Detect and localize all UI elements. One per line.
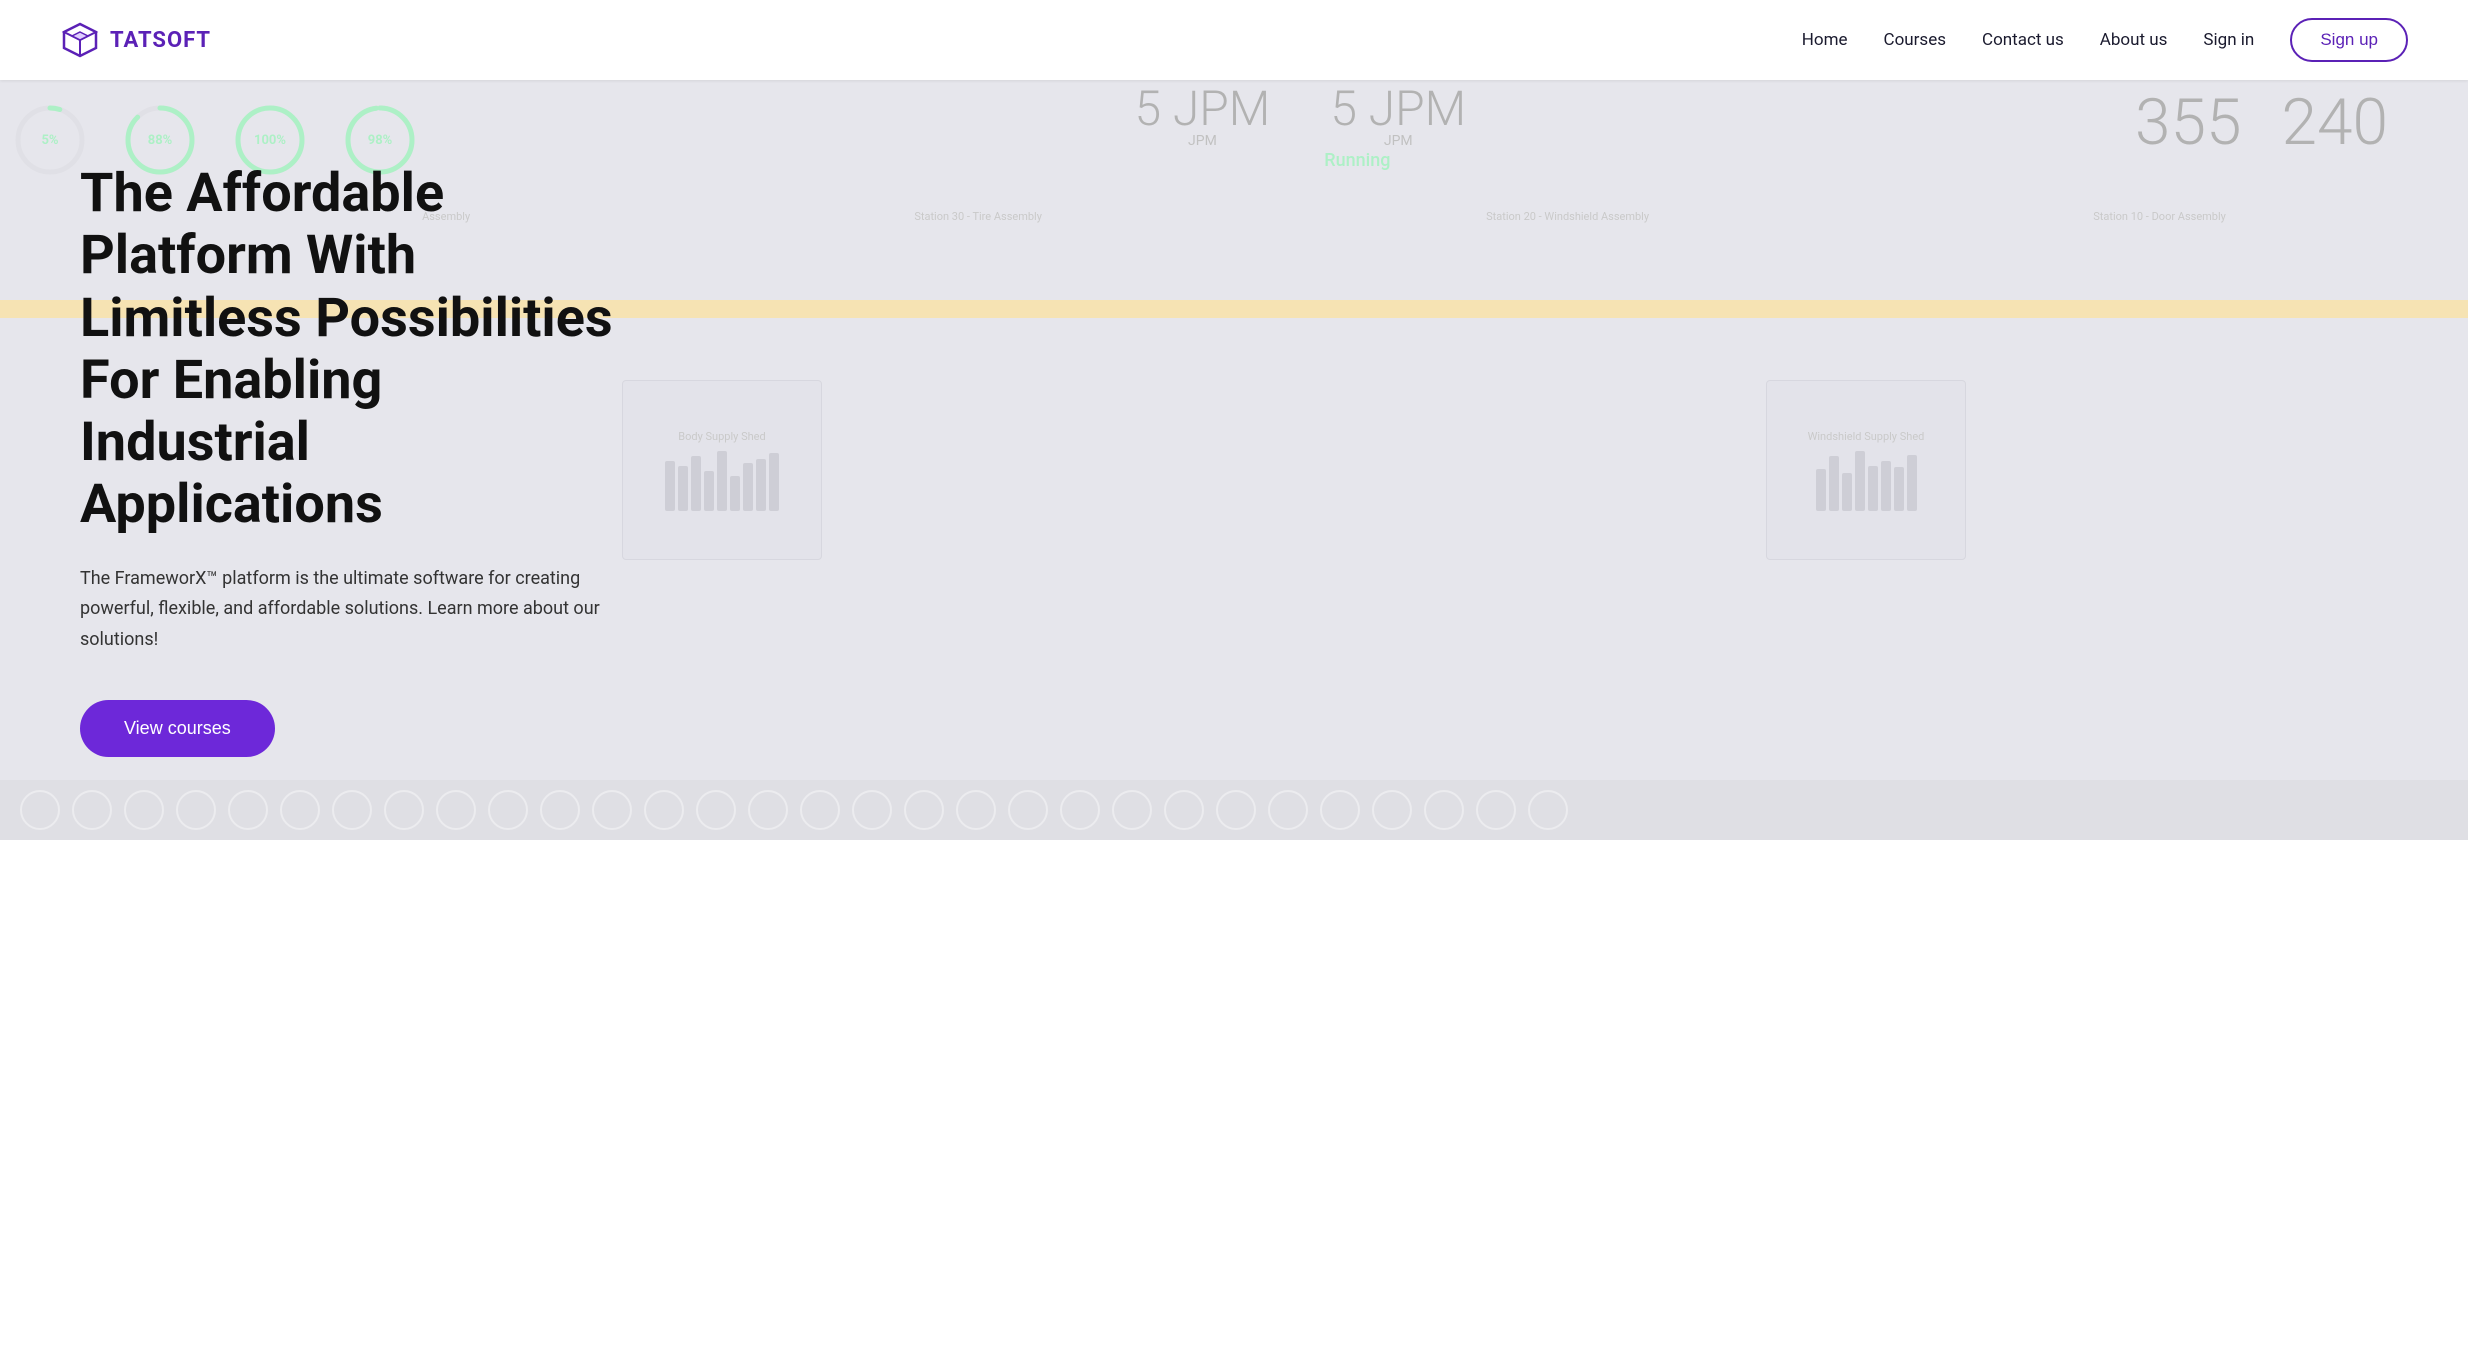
nav-about[interactable]: About us [2100, 30, 2168, 50]
hero-title-line2: Limitless Possibilities [80, 287, 613, 350]
nav-courses[interactable]: Courses [1884, 30, 1946, 50]
logo-icon [60, 20, 100, 60]
hero-description: The FrameworX™ platform is the ultimate … [80, 564, 620, 656]
nav-links: Home Courses Contact us About us Sign in… [1802, 18, 2408, 62]
hero-title-line3: For Enabling Industrial [80, 349, 382, 474]
hero-title-line1: The Affordable Platform With [80, 162, 444, 287]
view-courses-button[interactable]: View courses [80, 700, 275, 757]
navbar: TATSOFT Home Courses Contact us About us… [0, 0, 2468, 80]
hero-content: The Affordable Platform With Limitless P… [0, 103, 700, 816]
brand-name: TATSOFT [110, 28, 211, 53]
nav-contact[interactable]: Contact us [1982, 30, 2064, 50]
hero-title-line4: Applications [80, 473, 383, 536]
logo-link[interactable]: TATSOFT [60, 20, 211, 60]
signup-button[interactable]: Sign up [2290, 18, 2408, 62]
nav-home[interactable]: Home [1802, 30, 1848, 50]
hero-title: The Affordable Platform With Limitless P… [80, 163, 620, 536]
hero-section: 5% 88% 100% [0, 80, 2468, 840]
nav-signin[interactable]: Sign in [2203, 30, 2254, 50]
